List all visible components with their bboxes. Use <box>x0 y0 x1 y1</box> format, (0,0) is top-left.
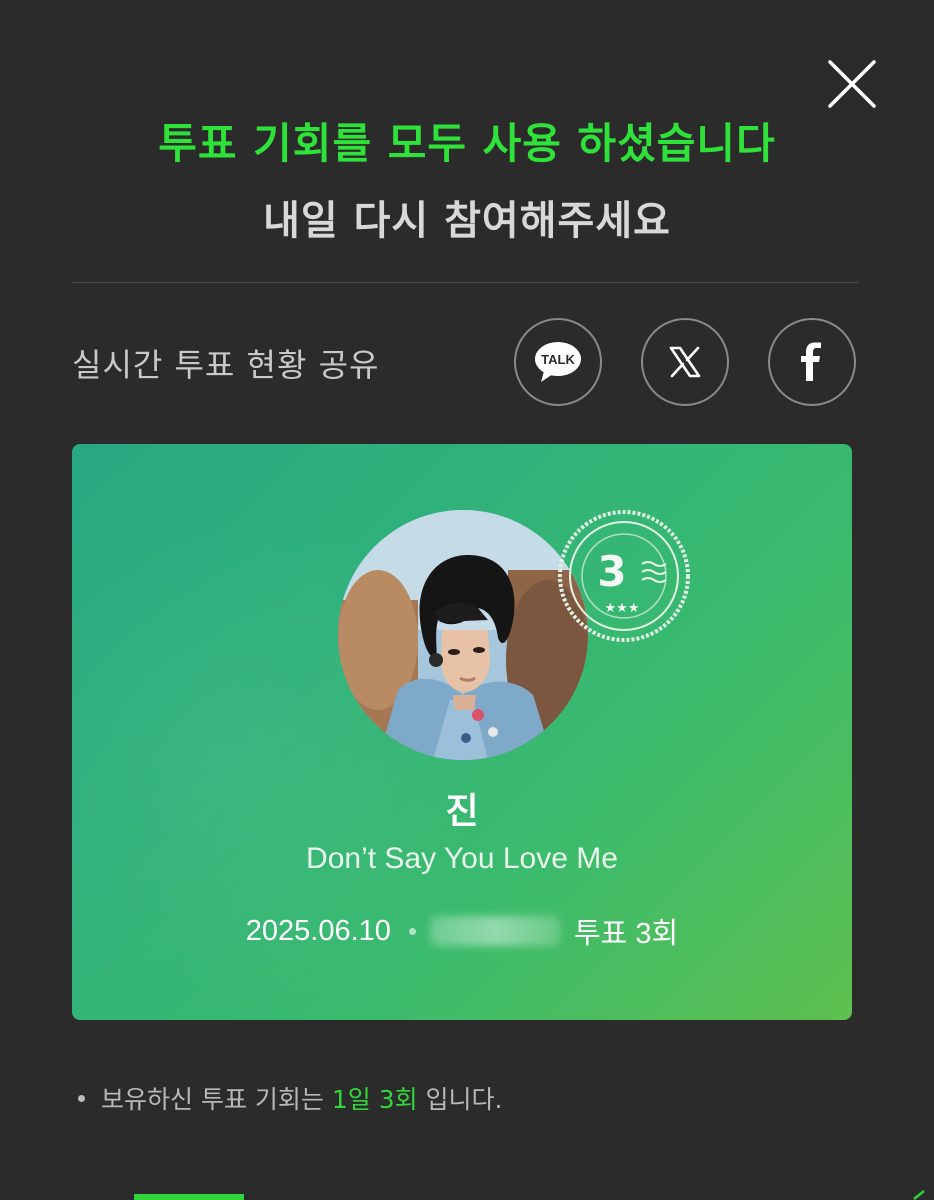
divider <box>72 282 858 283</box>
vote-date: 2025.06.10 <box>245 914 391 947</box>
share-facebook-button[interactable] <box>768 318 856 406</box>
notice-suffix: 입니다. <box>417 1085 503 1114</box>
bottom-indicator <box>134 1194 244 1200</box>
artist-name: 진 <box>445 791 479 832</box>
kakaotalk-label: TALK <box>541 352 575 367</box>
vote-result-modal: 투표 기회를 모두 사용 하셨습니다 내일 다시 참여해주세요 실시간 투표 현… <box>0 0 934 1200</box>
vote-notice: 보유하신 투표 기회는 1일 3회 입니다. <box>78 1080 503 1116</box>
notice-bullet <box>78 1094 85 1102</box>
x-icon <box>669 346 701 378</box>
facebook-icon <box>801 342 821 381</box>
page-subtitle: 내일 다시 참여해주세요 <box>263 198 671 244</box>
notice-prefix: 보유하신 투표 기회는 <box>101 1085 332 1114</box>
close-button[interactable] <box>822 54 882 114</box>
vote-meta: 2025.06.10 투표 3회 <box>72 910 852 952</box>
blurred-user-id <box>429 916 560 946</box>
page-title: 투표 기회를 모두 사용 하셨습니다 <box>158 119 776 168</box>
song-title: Don’t Say You Love Me <box>306 842 618 875</box>
share-x-button[interactable] <box>641 318 729 406</box>
vote-card: 3 ★★★ 진 Don’t Say You Love Me 2025.06.10… <box>72 444 852 1020</box>
separator-dot <box>408 927 416 935</box>
share-label: 실시간 투표 현황 공유 <box>72 346 380 384</box>
stamp-number: 3 <box>597 547 626 596</box>
share-kakaotalk-button[interactable]: TALK <box>514 318 602 406</box>
stamp-stars: ★★★ <box>605 601 640 616</box>
chevron-icon <box>913 1190 925 1200</box>
close-icon <box>828 60 876 108</box>
vote-count-stamp: 3 ★★★ <box>544 496 704 656</box>
vote-count: 투표 3회 <box>573 918 679 950</box>
kakaotalk-icon: TALK <box>535 342 581 382</box>
notice-highlight: 1일 3회 <box>331 1085 418 1114</box>
